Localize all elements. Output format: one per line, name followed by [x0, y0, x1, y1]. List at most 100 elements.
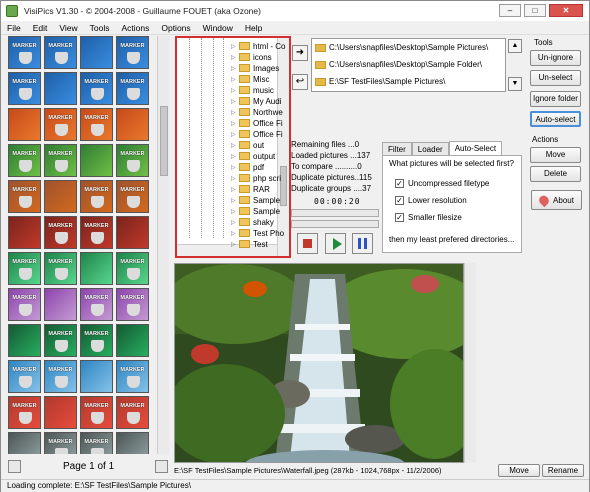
menu-tools[interactable]: Tools [84, 23, 116, 33]
unselect-button[interactable]: Un-select [530, 70, 581, 86]
thumbnail-image[interactable]: MARKER [80, 396, 113, 429]
thumbnail-image[interactable]: MARKER [44, 252, 77, 285]
thumbnail-image[interactable] [80, 252, 113, 285]
tree-folder-item[interactable]: ▷ output [231, 151, 275, 161]
close-button[interactable]: ✕ [549, 4, 583, 17]
expand-arrow-icon[interactable]: ▷ [231, 120, 239, 127]
thumbnail-image[interactable]: MARKER [8, 252, 41, 285]
about-button[interactable]: About [531, 190, 582, 210]
expand-arrow-icon[interactable]: ▷ [231, 131, 239, 138]
move-down-icon[interactable]: ▼ [508, 77, 522, 91]
expand-arrow-icon[interactable]: ▷ [231, 175, 239, 182]
tree-folder-item[interactable]: ▷ out [231, 140, 264, 150]
thumbnail-image[interactable]: MARKER [44, 108, 77, 141]
thumbnail-image[interactable]: MARKER [8, 360, 41, 393]
smaller-filesize-checkbox[interactable]: ✓ Smaller filesize [395, 213, 462, 222]
thumbnail-scrollbar[interactable] [157, 36, 169, 454]
tree-folder-item[interactable]: ▷ Office Fi [231, 129, 283, 139]
thumbnail-image[interactable] [8, 216, 41, 249]
menu-help[interactable]: Help [239, 23, 268, 33]
preview-scrollbar[interactable] [464, 263, 476, 463]
thumbnail-image[interactable] [44, 288, 77, 321]
expand-arrow-icon[interactable]: ▷ [231, 186, 239, 193]
tree-folder-item[interactable]: ▷ Test [231, 239, 268, 249]
thumbnail-image[interactable]: MARKER [44, 36, 77, 69]
thumbnail-image[interactable]: MARKER [116, 144, 149, 177]
thumbnail-image[interactable]: MARKER [44, 216, 77, 249]
thumbnail-image[interactable]: MARKER [116, 72, 149, 105]
tree-folder-item[interactable]: ▷ music [231, 85, 274, 95]
thumbnail-image[interactable] [116, 432, 149, 454]
uncompressed-checkbox[interactable]: ✓ Uncompressed filetype [395, 179, 489, 188]
tree-folder-item[interactable]: ▷ Sample [231, 206, 280, 216]
thumbnail-image[interactable]: MARKER [116, 288, 149, 321]
minimize-button[interactable]: – [499, 4, 521, 17]
auto-select-button[interactable]: Auto-select [530, 111, 581, 127]
thumbnail-image[interactable] [116, 324, 149, 357]
thumbnail-image[interactable] [116, 216, 149, 249]
tab-loader[interactable]: Loader [411, 142, 449, 156]
thumbnail-image[interactable]: MARKER [8, 396, 41, 429]
preview-rename-button[interactable]: Rename [542, 464, 584, 477]
tree-folder-item[interactable]: ▷ Northwe [231, 107, 283, 117]
tree-folder-item[interactable]: ▷ shaky [231, 217, 274, 227]
preview-move-button[interactable]: Move [498, 464, 540, 477]
expand-arrow-icon[interactable]: ▷ [231, 87, 239, 94]
thumbnail-image[interactable]: MARKER [44, 360, 77, 393]
tab-filter[interactable]: Filter [382, 142, 412, 156]
thumbnail-image[interactable] [80, 360, 113, 393]
thumbnail-image[interactable] [44, 180, 77, 213]
unignore-button[interactable]: Un-ignore [530, 50, 581, 66]
thumbnail-image[interactable]: MARKER [44, 324, 77, 357]
thumbnail-image[interactable] [80, 36, 113, 69]
stop-button[interactable] [297, 233, 318, 254]
expand-arrow-icon[interactable]: ▷ [231, 241, 239, 248]
thumbnail-scroll-thumb[interactable] [160, 106, 168, 176]
thumbnail-image[interactable]: MARKER [116, 180, 149, 213]
thumbnail-image[interactable] [8, 324, 41, 357]
tree-folder-item[interactable]: ▷ Office Fi [231, 118, 283, 128]
thumbnail-image[interactable]: MARKER [8, 180, 41, 213]
pause-button[interactable] [352, 233, 373, 254]
thumbnail-image[interactable]: MARKER [80, 432, 113, 454]
thumbnail-image[interactable]: MARKER [80, 108, 113, 141]
thumbnail-image[interactable]: MARKER [80, 216, 113, 249]
expand-arrow-icon[interactable]: ▷ [231, 65, 239, 72]
play-button[interactable] [325, 233, 346, 254]
thumbnail-image[interactable] [80, 144, 113, 177]
thumbnail-image[interactable]: MARKER [116, 396, 149, 429]
thumbnail-image[interactable]: MARKER [8, 36, 41, 69]
thumbnail-image[interactable] [8, 108, 41, 141]
expand-arrow-icon[interactable]: ▷ [231, 153, 239, 160]
tree-folder-item[interactable]: ▷ RAR [231, 184, 270, 194]
thumbnail-image[interactable]: MARKER [44, 144, 77, 177]
menu-options[interactable]: Options [155, 23, 196, 33]
tree-folder-item[interactable]: ▷ Sample [231, 195, 280, 205]
ignore-folder-button[interactable]: Ignore folder [530, 91, 581, 107]
tree-folder-item[interactable]: ▷ pdf [231, 162, 264, 172]
thumbnail-image[interactable] [116, 108, 149, 141]
thumbnail-image[interactable]: MARKER [116, 360, 149, 393]
thumbnail-image[interactable]: MARKER [80, 180, 113, 213]
thumbnail-image[interactable]: MARKER [44, 432, 77, 454]
tree-folder-item[interactable]: ▷ html - Co [231, 41, 285, 51]
tree-folder-item[interactable]: ▷ Test Pho [231, 228, 284, 238]
thumbnail-image[interactable]: MARKER [8, 288, 41, 321]
expand-arrow-icon[interactable]: ▷ [231, 43, 239, 50]
next-page-icon[interactable] [155, 460, 168, 473]
menu-view[interactable]: View [53, 23, 83, 33]
menu-actions[interactable]: Actions [115, 23, 155, 33]
move-up-icon[interactable]: ▲ [508, 39, 522, 53]
menu-window[interactable]: Window [197, 23, 239, 33]
thumbnail-image[interactable]: MARKER [8, 72, 41, 105]
expand-arrow-icon[interactable]: ▷ [231, 109, 239, 116]
lower-resolution-checkbox[interactable]: ✓ Lower resolution [395, 196, 467, 205]
tab-auto-select[interactable]: Auto-Select [448, 141, 503, 156]
thumbnail-image[interactable]: MARKER [80, 324, 113, 357]
thumbnail-image[interactable]: MARKER [116, 36, 149, 69]
thumbnail-image[interactable]: MARKER [116, 252, 149, 285]
expand-arrow-icon[interactable]: ▷ [231, 230, 239, 237]
folder-entry[interactable]: C:\Users\snapfiles\Desktop\Sample Folder… [312, 56, 505, 73]
menu-file[interactable]: File [1, 23, 27, 33]
thumbnail-image[interactable]: MARKER [8, 144, 41, 177]
